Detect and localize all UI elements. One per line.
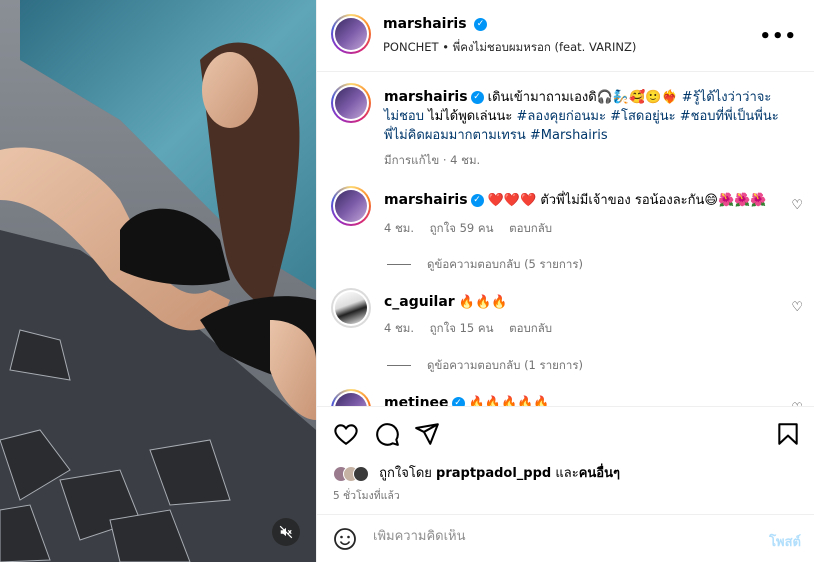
verified-badge-icon: ✓ bbox=[470, 91, 484, 104]
avatar[interactable] bbox=[331, 389, 371, 406]
comment-like-heart-icon[interactable]: ♡ bbox=[791, 300, 803, 315]
author-username[interactable]: marshairis bbox=[383, 16, 467, 32]
comment-body: 🔥🔥🔥 bbox=[458, 295, 508, 310]
paper-plane-icon[interactable] bbox=[414, 421, 440, 447]
likes-summary: ถูกใจโดย praptpadol_ppd และคนอื่นๆ bbox=[333, 462, 620, 483]
comment-likes[interactable]: ถูกใจ 59 คน bbox=[430, 221, 494, 235]
post-header: marshairis ✓ PONCHET • พี่คงไม่ชอบผมหรอก… bbox=[317, 0, 814, 72]
avatar[interactable] bbox=[331, 83, 371, 123]
post-media-video[interactable] bbox=[0, 0, 316, 562]
comment-meta: 4 ชม. ถูกใจ 15 คน ตอบกลับ bbox=[384, 320, 564, 338]
action-bar: ถูกใจโดย praptpadol_ppd และคนอื่นๆ 5 ชั่… bbox=[317, 406, 814, 514]
caption-edited: มีการแก้ไข · 4 ชม. bbox=[384, 153, 481, 167]
comment-body: 🔥🔥🔥🔥🔥 bbox=[468, 396, 550, 406]
avatar[interactable] bbox=[331, 186, 371, 226]
post-comment-button[interactable]: โพสต์ bbox=[769, 531, 801, 552]
comment-text: c_aguilar 🔥🔥🔥 bbox=[384, 293, 784, 312]
comment-input[interactable] bbox=[373, 529, 733, 544]
post-author: marshairis ✓ bbox=[383, 16, 487, 32]
reply-button[interactable]: ตอบกลับ bbox=[509, 321, 552, 335]
verified-badge-icon: ✓ bbox=[451, 397, 465, 406]
post-timestamp[interactable]: 5 ชั่วโมงที่แล้ว bbox=[333, 487, 400, 504]
bookmark-icon[interactable] bbox=[775, 421, 801, 447]
comment-meta: 4 ชม. ถูกใจ 59 คน ตอบกลับ bbox=[384, 220, 564, 238]
comment-text: marshairis ✓ ❤️❤️❤️ ตัวพี่ไม่มีเจ้าของ รอ… bbox=[384, 191, 784, 210]
heart-icon[interactable] bbox=[333, 421, 359, 447]
verified-badge-icon: ✓ bbox=[473, 17, 487, 31]
more-options-button[interactable]: ••• bbox=[759, 26, 797, 47]
comment-username[interactable]: metinee bbox=[384, 395, 449, 406]
post-detail-panel: marshairis ✓ PONCHET • พี่คงไม่ชอบผมหรอก… bbox=[316, 0, 814, 562]
smiley-icon[interactable] bbox=[333, 527, 357, 551]
add-comment-bar: โพสต์ bbox=[317, 514, 814, 562]
speaker-muted-icon bbox=[279, 525, 293, 539]
comment-body: ❤️❤️❤️ ตัวพี่ไม่มีเจ้าของ รอน้องละกัน😄🌺🌺… bbox=[487, 193, 767, 208]
view-replies-button[interactable]: ดูข้อความตอบกลับ (5 รายการ) bbox=[387, 256, 583, 274]
liker-username[interactable]: praptpadol_ppd bbox=[436, 466, 551, 481]
comment-like-heart-icon[interactable]: ♡ bbox=[791, 198, 803, 213]
comment-username[interactable]: marshairis bbox=[384, 192, 468, 208]
liker-avatar bbox=[353, 465, 369, 482]
comment-time: 4 ชม. bbox=[384, 321, 415, 335]
divider bbox=[387, 365, 411, 366]
comments-list: marshairis ✓ เดินเข้ามาถามเองดิ🎧🧞🥰🙂❤️‍🔥 #… bbox=[317, 73, 814, 406]
likes-prefix: ถูกใจโดย bbox=[379, 466, 437, 481]
comment-text: metinee ✓ 🔥🔥🔥🔥🔥 bbox=[384, 394, 784, 406]
mute-button[interactable] bbox=[272, 518, 300, 546]
video-frame bbox=[0, 0, 316, 562]
reply-button[interactable]: ตอบกลับ bbox=[509, 221, 552, 235]
caption-body-2: ไม่ได้พูดเล่นนะ bbox=[424, 109, 517, 124]
comment-time: 4 ชม. bbox=[384, 221, 415, 235]
likes-middle: และ bbox=[551, 466, 579, 481]
likes-others-link[interactable]: คนอื่นๆ bbox=[579, 466, 620, 481]
verified-badge-icon: ✓ bbox=[470, 194, 484, 207]
divider bbox=[387, 264, 411, 265]
caption-body: เดินเข้ามาถามเองดิ🎧🧞🥰🙂❤️‍🔥 bbox=[487, 90, 682, 105]
comment-username[interactable]: c_aguilar bbox=[384, 294, 455, 310]
avatar[interactable] bbox=[331, 14, 371, 54]
audio-track-link[interactable]: PONCHET • พี่คงไม่ชอบผมหรอก (feat. VARIN… bbox=[383, 39, 636, 57]
avatar[interactable] bbox=[331, 288, 371, 328]
caption-username[interactable]: marshairis bbox=[384, 89, 468, 105]
caption-text: marshairis ✓ เดินเข้ามาถามเองดิ🎧🧞🥰🙂❤️‍🔥 #… bbox=[384, 88, 784, 145]
view-replies-label: ดูข้อความตอบกลับ (5 รายการ) bbox=[427, 257, 583, 271]
view-replies-button[interactable]: ดูข้อความตอบกลับ (1 รายการ) bbox=[387, 357, 583, 375]
comment-likes[interactable]: ถูกใจ 15 คน bbox=[430, 321, 494, 335]
view-replies-label: ดูข้อความตอบกลับ (1 รายการ) bbox=[427, 358, 583, 372]
comment-bubble-icon[interactable] bbox=[374, 421, 400, 447]
